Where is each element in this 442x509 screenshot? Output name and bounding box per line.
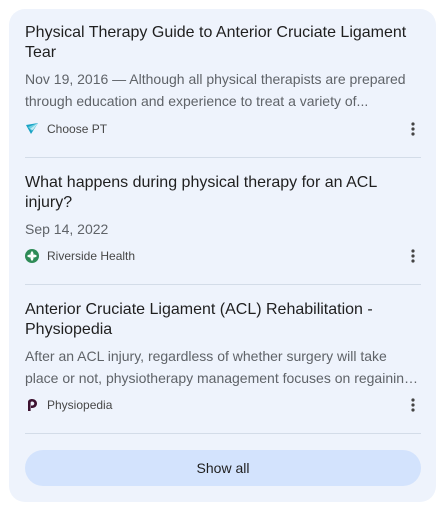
- more-vert-icon[interactable]: [405, 395, 421, 415]
- results-card: Physical Therapy Guide to Anterior Cruci…: [9, 9, 436, 502]
- result-snippet: After an ACL injury, regardless of wheth…: [25, 345, 421, 389]
- more-vert-icon[interactable]: [405, 246, 421, 266]
- result-title-line[interactable]: Physical Therapy Guide to Anterior Cruci…: [25, 23, 421, 43]
- result-title[interactable]: Physical Therapy Guide to Anterior Cruci…: [25, 23, 421, 63]
- result-snippet: Sep 14, 2022: [25, 218, 421, 240]
- search-result[interactable]: Physical Therapy Guide to Anterior Cruci…: [25, 23, 421, 143]
- result-title-line[interactable]: Anterior Cruciate Ligament (ACL) Rehabil…: [25, 300, 421, 320]
- result-title-line[interactable]: Physiopedia: [25, 320, 421, 340]
- result-title-line[interactable]: What happens during physical therapy for…: [25, 173, 421, 193]
- result-title-line[interactable]: injury?: [25, 193, 421, 213]
- physiopedia-logo-icon: [25, 398, 39, 412]
- result-title-line[interactable]: Tear: [25, 43, 421, 63]
- result-source[interactable]: Physiopedia: [25, 395, 421, 415]
- snippet-line: Sep 14, 2022: [25, 221, 109, 237]
- search-result[interactable]: Anterior Cruciate Ligament (ACL) Rehabil…: [25, 300, 421, 420]
- result-source[interactable]: Riverside Health: [25, 246, 421, 266]
- choose-pt-logo-icon: [25, 122, 39, 136]
- snippet-line: place or not, physiotherapy management f…: [25, 370, 421, 386]
- more-vert-icon[interactable]: [405, 119, 421, 139]
- source-name: Choose PT: [47, 122, 108, 136]
- show-all-button[interactable]: Show all: [25, 450, 421, 486]
- snippet-line: After an ACL injury, regardless of wheth…: [25, 348, 387, 364]
- search-result[interactable]: What happens during physical therapy for…: [25, 173, 421, 273]
- result-snippet: Nov 19, 2016 — Although all physical the…: [25, 68, 421, 112]
- result-title[interactable]: What happens during physical therapy for…: [25, 173, 421, 213]
- source-name: Physiopedia: [47, 398, 113, 412]
- source-name: Riverside Health: [47, 249, 136, 263]
- riverside-health-logo-icon: [25, 249, 39, 263]
- divider: [25, 433, 421, 434]
- result-title[interactable]: Anterior Cruciate Ligament (ACL) Rehabil…: [25, 300, 421, 340]
- divider: [25, 157, 421, 158]
- snippet-line: Nov 19, 2016 — Although all physical the…: [25, 71, 406, 87]
- result-source[interactable]: Choose PT: [25, 119, 421, 139]
- snippet-line: through education and experience to trea…: [25, 93, 369, 109]
- divider: [25, 284, 421, 285]
